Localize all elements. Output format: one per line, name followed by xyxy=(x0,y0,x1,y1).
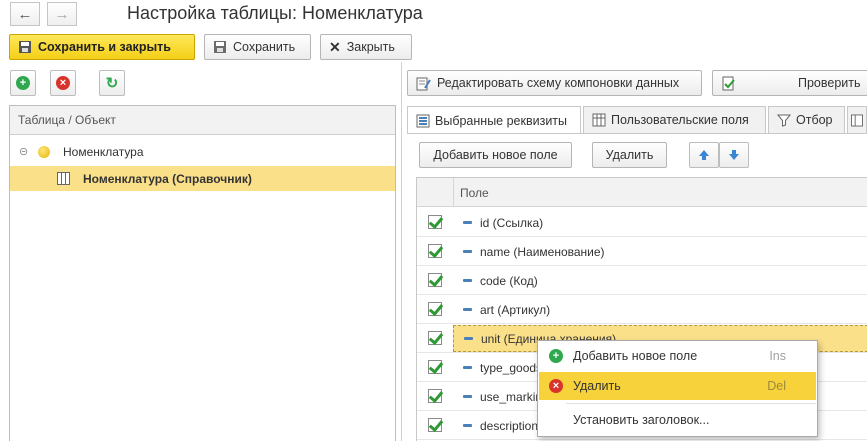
field-label: art (Артикул) xyxy=(480,302,551,317)
collapse-icon[interactable]: ⊝ xyxy=(19,145,28,158)
table-header: Поле xyxy=(417,178,867,207)
tab-selected-fields[interactable]: Выбранные реквизиты xyxy=(407,106,581,134)
list-icon xyxy=(416,114,430,127)
checkbox[interactable] xyxy=(428,273,442,287)
window-title: Настройка таблицы: Номенклатура xyxy=(127,3,423,23)
checkbox[interactable] xyxy=(428,331,442,345)
field-label: name (Наименование) xyxy=(480,244,605,259)
table-row[interactable]: name (Наименование) xyxy=(417,237,867,266)
tab-more[interactable] xyxy=(847,106,867,133)
add-new-field-button[interactable]: Добавить новое поле xyxy=(419,142,572,168)
edit-schema-button[interactable]: Редактировать схему компоновки данных xyxy=(407,70,702,96)
folder-ball-icon xyxy=(38,146,50,158)
field-icon xyxy=(463,395,472,398)
save-and-close-label: Сохранить и закрыть xyxy=(38,40,171,54)
plus-circle-icon: + xyxy=(16,76,30,90)
close-button[interactable]: ✕ Закрыть xyxy=(320,34,412,60)
field-label: type_goods xyxy=(480,360,543,375)
tab-label: Выбранные реквизиты xyxy=(435,113,568,128)
delete-field-button[interactable]: Удалить xyxy=(592,142,667,168)
field-icon xyxy=(463,279,472,282)
plus-circle-icon: + xyxy=(549,349,563,363)
menu-item-shortcut: Del xyxy=(767,379,786,393)
move-down-button[interactable] xyxy=(719,142,749,168)
add-new-field-label: Добавить новое поле xyxy=(433,148,558,162)
refresh-icon: ↻ xyxy=(105,75,119,92)
menu-item-shortcut: Ins xyxy=(769,349,786,363)
field-icon xyxy=(463,366,472,369)
tree-item-label: Номенклатура xyxy=(63,144,144,159)
refresh-button[interactable]: ↻ xyxy=(99,70,125,96)
edit-schema-label: Редактировать схему компоновки данных xyxy=(437,76,680,90)
context-menu: + Добавить новое поле Ins × Удалить Del … xyxy=(537,340,818,437)
custom-fields-icon xyxy=(592,113,606,127)
menu-item-add-field[interactable]: + Добавить новое поле Ins xyxy=(539,342,816,370)
check-label: Проверить xyxy=(798,76,861,90)
save-button[interactable]: Сохранить xyxy=(204,34,311,60)
menu-item-label: Добавить новое поле xyxy=(573,349,698,363)
field-icon xyxy=(463,221,472,224)
forward-button[interactable]: → xyxy=(47,2,77,26)
check-button[interactable]: Проверить xyxy=(712,70,867,96)
delete-circle-icon: × xyxy=(549,379,563,393)
check-document-icon xyxy=(722,76,735,90)
field-icon xyxy=(463,308,472,311)
field-icon xyxy=(464,337,473,340)
menu-separator xyxy=(566,403,816,404)
field-label: description xyxy=(480,418,539,433)
delete-button[interactable]: × xyxy=(50,70,76,96)
arrow-down-icon xyxy=(729,150,739,160)
menu-item-label: Установить заголовок... xyxy=(573,413,710,427)
field-icon xyxy=(463,424,472,427)
checkbox[interactable] xyxy=(428,389,442,403)
menu-item-delete[interactable]: × Удалить Del xyxy=(539,372,816,400)
filter-icon xyxy=(777,114,791,127)
delete-field-label: Удалить xyxy=(605,148,654,162)
table-object-header: Таблица / Объект xyxy=(10,106,395,135)
tab-label: Пользовательские поля xyxy=(611,113,749,127)
checkbox[interactable] xyxy=(428,215,442,229)
edit-schema-icon xyxy=(416,77,431,90)
save-icon xyxy=(214,41,226,53)
table-row[interactable]: code (Код) xyxy=(417,266,867,295)
tree-item-nomenclature[interactable]: ⊝ Номенклатура xyxy=(10,139,395,164)
checkbox[interactable] xyxy=(428,360,442,374)
close-icon: ✕ xyxy=(329,38,341,55)
add-button[interactable]: + xyxy=(10,70,36,96)
close-label: Закрыть xyxy=(346,40,395,54)
checkbox[interactable] xyxy=(428,244,442,258)
checkbox[interactable] xyxy=(428,302,442,316)
menu-item-set-title[interactable]: Установить заголовок... xyxy=(539,406,816,434)
field-column-header: Поле xyxy=(460,186,489,200)
save-and-close-button[interactable]: Сохранить и закрыть xyxy=(9,34,195,60)
field-label: code (Код) xyxy=(480,273,538,288)
delete-circle-icon: × xyxy=(56,76,70,90)
arrow-left-icon: ← xyxy=(17,5,33,23)
arrow-up-icon xyxy=(699,150,709,160)
table-object-panel: Таблица / Объект ⊝ Номенклатура Номенкла… xyxy=(9,105,396,441)
panel-splitter[interactable] xyxy=(401,62,402,441)
save-icon xyxy=(19,41,31,53)
table-icon xyxy=(57,172,70,185)
arrow-right-icon: → xyxy=(54,5,70,23)
menu-item-label: Удалить xyxy=(573,379,621,393)
field-label: id (Ссылка) xyxy=(480,215,544,230)
tab-filter[interactable]: Отбор xyxy=(768,106,845,133)
tree-item-nomenclature-catalog[interactable]: Номенклатура (Справочник) xyxy=(10,166,395,191)
checkbox[interactable] xyxy=(428,418,442,432)
tree-item-label: Номенклатура (Справочник) xyxy=(83,171,252,186)
table-row[interactable]: id (Ссылка) xyxy=(417,208,867,237)
field-icon xyxy=(463,250,472,253)
move-up-button[interactable] xyxy=(689,142,719,168)
save-label: Сохранить xyxy=(233,40,296,54)
table-icon xyxy=(851,114,863,126)
tab-label: Отбор xyxy=(796,113,833,127)
tab-divider xyxy=(407,133,867,134)
tab-custom-fields[interactable]: Пользовательские поля xyxy=(583,106,766,133)
table-row[interactable]: art (Артикул) xyxy=(417,295,867,324)
back-button[interactable]: ← xyxy=(10,2,40,26)
